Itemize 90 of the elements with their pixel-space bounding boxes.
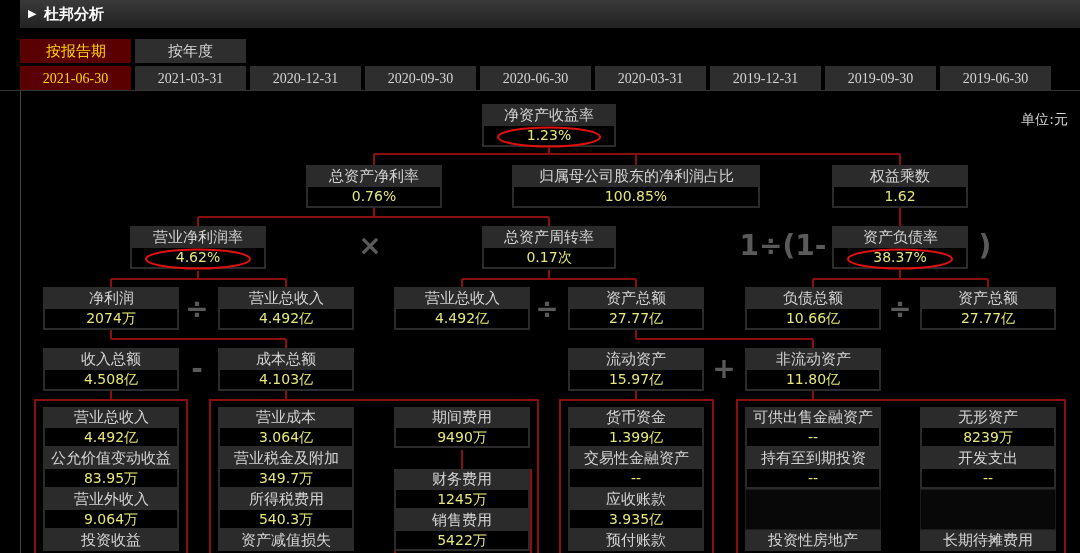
node-label: 总资产净利率 — [306, 165, 442, 187]
item-value: 1.399亿 — [568, 428, 704, 448]
item-value: 9.064万 — [43, 510, 179, 530]
date-tab[interactable]: 2019-09-30 — [825, 66, 936, 90]
node-label: 资产总额 — [920, 287, 1056, 309]
date-tab[interactable]: 2020-03-31 — [595, 66, 706, 90]
date-tab[interactable]: 2020-12-31 — [250, 66, 361, 90]
node-value: 0.76% — [306, 187, 442, 208]
operator-sign: 1÷(1- — [739, 231, 827, 261]
node-label: 收入总额 — [43, 348, 179, 370]
node-value: 4.492亿 — [394, 309, 530, 330]
node-label: 成本总额 — [218, 348, 354, 370]
node-value: 1.62 — [832, 187, 968, 208]
period-tab[interactable]: 按报告期 — [20, 39, 131, 63]
date-tab[interactable]: 2021-06-30 — [20, 66, 131, 90]
item-label: 公允价值变动收益 — [43, 448, 179, 469]
node-label: 营业净利润率 — [130, 226, 266, 248]
item-label: 投资性房地产 — [745, 530, 881, 551]
node-value: 4.508亿 — [43, 370, 179, 391]
item-label: 营业税金及附加 — [218, 448, 354, 469]
item-label: 交易性金融资产 — [568, 448, 704, 469]
item-value: 1245万 — [394, 490, 530, 510]
node-label: 权益乘数 — [832, 165, 968, 187]
operator-sign: × — [358, 231, 382, 261]
node-value: 27.77亿 — [920, 309, 1056, 330]
item-value: 540.3万 — [218, 510, 354, 530]
item-label: 可供出售金融资产 — [745, 407, 881, 428]
node-value: 27.77亿 — [568, 309, 704, 330]
node-label: 净资产收益率 — [482, 104, 616, 126]
item-label: 所得税费用 — [218, 489, 354, 510]
node-value: 11.80亿 — [745, 370, 881, 391]
operator-sign: - — [191, 354, 203, 384]
item-label: 期间费用 — [394, 407, 530, 428]
date-tab[interactable]: 2019-06-30 — [940, 66, 1051, 90]
date-tab[interactable]: 2019-12-31 — [710, 66, 821, 90]
node-label: 资产总额 — [568, 287, 704, 309]
item-value: 83.95万 — [43, 469, 179, 489]
node-value: 2074万 — [43, 309, 179, 330]
item-label: 应收账款 — [568, 489, 704, 510]
date-tab[interactable]: 2020-06-30 — [480, 66, 591, 90]
operator-sign: ÷ — [185, 294, 209, 324]
item-label: 持有至到期投资 — [745, 448, 881, 469]
item-value: 5422万 — [394, 531, 530, 551]
node-label: 流动资产 — [568, 348, 704, 370]
date-tab[interactable]: 2020-09-30 — [365, 66, 476, 90]
date-tab[interactable]: 2021-03-31 — [135, 66, 246, 90]
node-value: 10.66亿 — [745, 309, 881, 330]
operator-sign: + — [712, 354, 736, 384]
node-label: 资产负债率 — [832, 226, 968, 248]
node-value: 0.17次 — [482, 248, 616, 269]
node-label: 营业总收入 — [394, 287, 530, 309]
node-value: 100.85% — [512, 187, 760, 208]
item-value: 4.492亿 — [43, 428, 179, 448]
item-label: 投资收益 — [43, 530, 179, 551]
node-label: 净利润 — [43, 287, 179, 309]
node-value: 15.97亿 — [568, 370, 704, 391]
node-label: 营业总收入 — [218, 287, 354, 309]
period-tab[interactable]: 按年度 — [135, 39, 246, 63]
item-value: -- — [568, 469, 704, 489]
item-label: 营业成本 — [218, 407, 354, 428]
item-value: -- — [745, 469, 881, 489]
item-label: 销售费用 — [394, 510, 530, 531]
item-value: 3.064亿 — [218, 428, 354, 448]
node-label: 归属母公司股东的净利润占比 — [512, 165, 760, 187]
panel-title: 杜邦分析 — [44, 3, 105, 25]
item-value: -- — [745, 428, 881, 448]
item-label: 长期待摊费用 — [920, 530, 1056, 551]
node-label: 负债总额 — [745, 287, 881, 309]
item-label: 预付账款 — [568, 530, 704, 551]
node-label: 非流动资产 — [745, 348, 881, 370]
item-value: -- — [920, 469, 1056, 489]
item-value: 3.935亿 — [568, 510, 704, 530]
unit-label: 单位:元 — [1021, 110, 1068, 129]
node-value: 4.492亿 — [218, 309, 354, 330]
operator-sign: ) — [978, 231, 992, 261]
node-label: 总资产周转率 — [482, 226, 616, 248]
item-label: 无形资产 — [920, 407, 1056, 428]
expand-toggle[interactable]: ▶ — [28, 5, 37, 23]
item-value: 349.7万 — [218, 469, 354, 489]
item-value: 9490万 — [394, 428, 530, 448]
item-label: 开发支出 — [920, 448, 1056, 469]
item-value: 8239万 — [920, 428, 1056, 448]
item-label: 营业外收入 — [43, 489, 179, 510]
node-value: 4.103亿 — [218, 370, 354, 391]
operator-sign: ÷ — [535, 294, 559, 324]
item-label: 财务费用 — [394, 469, 530, 490]
item-label: 货币资金 — [568, 407, 704, 428]
operator-sign: ÷ — [888, 294, 912, 324]
item-label: 营业总收入 — [43, 407, 179, 428]
item-label: 资产减值损失 — [218, 530, 354, 551]
